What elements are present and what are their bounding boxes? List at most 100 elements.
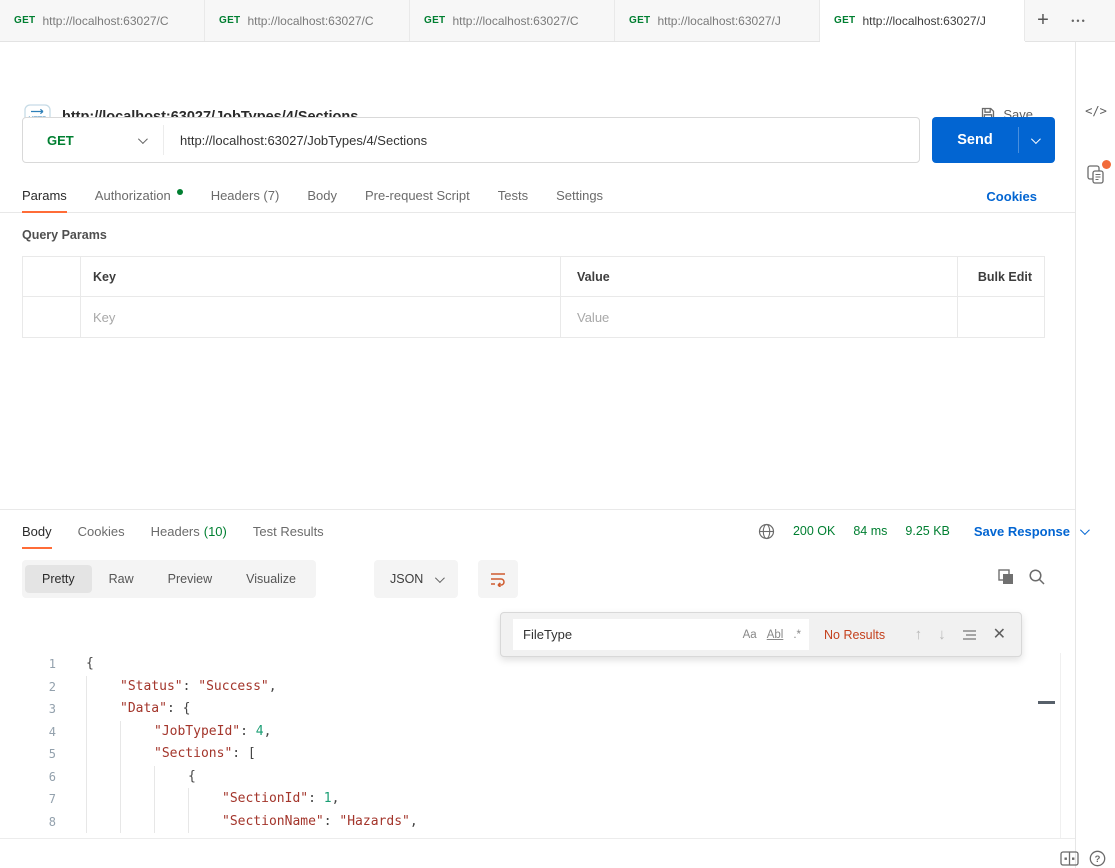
find-results-status: No Results <box>824 628 885 642</box>
tab-url: http://localhost:63027/C <box>42 14 168 28</box>
response-time[interactable]: 84 ms <box>853 524 887 538</box>
tab-headers[interactable]: Headers (7) <box>211 179 280 212</box>
view-visualize[interactable]: Visualize <box>229 565 313 593</box>
next-match-icon[interactable]: ↓ <box>938 626 946 643</box>
app-window: GET http://localhost:63027/C GET http://… <box>0 0 1115 868</box>
request-tab-5-active[interactable]: GET http://localhost:63027/J <box>820 0 1025 41</box>
url-input[interactable]: http://localhost:63027/JobTypes/4/Sectio… <box>164 133 427 148</box>
tab-label: Body <box>307 188 337 203</box>
response-body-code[interactable]: 1{2"Status": "Success",3"Data": {4"JobTy… <box>0 653 1060 838</box>
find-input[interactable] <box>523 627 733 642</box>
response-tab-body[interactable]: Body <box>22 510 52 553</box>
tab-authorization[interactable]: Authorization <box>95 179 183 212</box>
request-tab-3[interactable]: GET http://localhost:63027/C <box>410 0 615 41</box>
tab-url: http://localhost:63027/C <box>452 14 578 28</box>
view-preview[interactable]: Preview <box>151 565 229 593</box>
request-config-tabs: Params Authorization Headers (7) Body Pr… <box>0 179 1075 213</box>
key-column-header: Key <box>93 270 116 284</box>
method-badge: GET <box>424 15 445 26</box>
headers-count-badge: (10) <box>204 524 227 539</box>
divider <box>1018 127 1019 153</box>
wrap-lines-button[interactable] <box>478 560 518 598</box>
new-tab-button[interactable]: + <box>1025 0 1061 41</box>
tab-params[interactable]: Params <box>22 179 67 212</box>
view-pretty[interactable]: Pretty <box>25 565 92 593</box>
tab-tests[interactable]: Tests <box>498 179 528 212</box>
copy-icon <box>997 568 1015 586</box>
code-line: 3"Data": { <box>0 698 1060 721</box>
key-input[interactable]: Key <box>93 310 115 325</box>
notification-dot <box>1102 160 1111 169</box>
query-params-table: Key Value Bulk Edit Key Value <box>22 256 1045 338</box>
search-response-button[interactable] <box>1028 568 1046 586</box>
format-select[interactable]: JSON <box>374 560 458 598</box>
method-badge: GET <box>219 15 240 26</box>
method-badge: GET <box>629 15 650 26</box>
response-tab-test-results[interactable]: Test Results <box>253 510 324 553</box>
svg-text:?: ? <box>1095 854 1101 865</box>
request-header: HTTP http://localhost:63027/JobTypes/4/S… <box>0 42 1075 106</box>
network-globe-icon[interactable] <box>758 523 775 540</box>
status-badge[interactable]: 200 OK <box>793 524 835 538</box>
previous-match-icon[interactable]: ↑ <box>915 626 923 643</box>
save-response-button[interactable]: Save Response <box>974 524 1087 539</box>
divider <box>1060 653 1061 838</box>
cookies-link[interactable]: Cookies <box>986 179 1037 213</box>
match-case-toggle[interactable]: Aa <box>743 629 757 641</box>
row-select-column <box>23 257 81 296</box>
view-mode-switcher: Pretty Raw Preview Visualize <box>22 560 316 598</box>
auth-configured-dot <box>177 189 183 195</box>
method-badge: GET <box>14 15 35 26</box>
code-line: 4"JobTypeId": 4, <box>0 721 1060 744</box>
query-params-title: Query Params <box>22 228 107 242</box>
help-icon[interactable]: ? <box>1089 850 1106 867</box>
save-response-label: Save Response <box>974 524 1070 539</box>
scrollbar-thumb[interactable] <box>1038 701 1055 704</box>
tab-label: Headers <box>151 524 200 539</box>
tab-label: Test Results <box>253 524 324 539</box>
tab-pre-request-script[interactable]: Pre-request Script <box>365 179 470 212</box>
method-badge: GET <box>834 15 855 26</box>
table-header-row: Key Value Bulk Edit <box>23 257 1044 297</box>
divider <box>0 838 1075 839</box>
code-snippet-icon[interactable]: </> <box>1076 104 1115 118</box>
copy-response-button[interactable] <box>997 568 1015 586</box>
regex-toggle[interactable]: .* <box>793 629 801 641</box>
response-tab-headers[interactable]: Headers (10) <box>151 510 227 553</box>
code-line: 8"SectionName": "Hazards", <box>0 811 1060 834</box>
code-line: 5"Sections": [ <box>0 743 1060 766</box>
table-row: Key Value <box>23 297 1044 337</box>
send-button[interactable]: Send <box>932 117 1055 163</box>
chevron-down-icon <box>138 134 148 144</box>
response-size[interactable]: 9.25 KB <box>905 524 949 538</box>
bulk-edit-button[interactable]: Bulk Edit <box>978 270 1032 284</box>
tab-settings[interactable]: Settings <box>556 179 603 212</box>
find-in-selection-icon[interactable] <box>962 629 977 641</box>
row-actions-cell <box>958 297 1044 337</box>
value-input[interactable]: Value <box>577 310 609 325</box>
row-select-cell[interactable] <box>23 297 81 337</box>
tab-options-button[interactable]: ••• <box>1061 0 1097 41</box>
find-input-box: Aa Abl .* <box>513 619 809 650</box>
view-raw[interactable]: Raw <box>92 565 151 593</box>
code-line: 2"Status": "Success", <box>0 676 1060 699</box>
send-label: Send <box>932 132 1018 148</box>
tab-label: Body <box>22 524 52 539</box>
tab-label: Settings <box>556 188 603 203</box>
whole-word-toggle[interactable]: Abl <box>767 629 784 641</box>
close-find-icon[interactable]: ✕ <box>993 627 1006 643</box>
request-tab-4[interactable]: GET http://localhost:63027/J <box>615 0 820 41</box>
response-tab-cookies[interactable]: Cookies <box>78 510 125 553</box>
send-options-chevron-icon[interactable] <box>1031 134 1041 144</box>
find-widget: Aa Abl .* No Results ↑ ↓ ✕ <box>500 612 1022 657</box>
format-value: JSON <box>390 572 423 586</box>
console-icon[interactable] <box>1060 851 1079 866</box>
request-tab-2[interactable]: GET http://localhost:63027/C <box>205 0 410 41</box>
url-bar: GET http://localhost:63027/JobTypes/4/Se… <box>22 117 920 163</box>
request-tab-1[interactable]: GET http://localhost:63027/C <box>0 0 205 41</box>
tab-label: Cookies <box>78 524 125 539</box>
method-select[interactable]: GET <box>23 118 163 162</box>
method-value: GET <box>23 133 74 148</box>
code-line: 6{ <box>0 766 1060 789</box>
tab-body[interactable]: Body <box>307 179 337 212</box>
